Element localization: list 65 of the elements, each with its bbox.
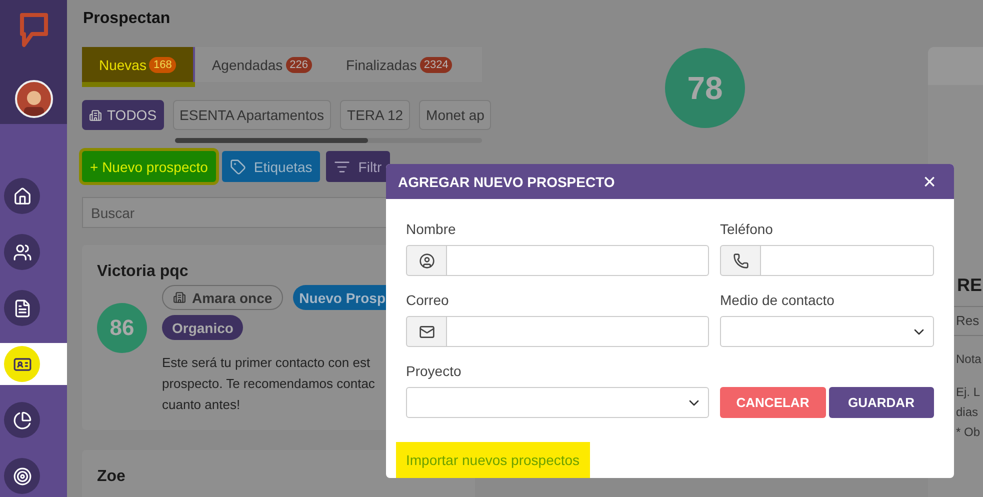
tab[interactable]: Finalizadas 2324 — [329, 47, 470, 82]
phone-icon — [732, 252, 748, 268]
project-chip[interactable]: TODOS — [82, 100, 164, 130]
hint-text: Ej. L — [956, 384, 980, 401]
input-field[interactable] — [447, 316, 709, 347]
user-icon — [418, 252, 434, 268]
field-label: Nota — [956, 352, 982, 366]
message-text: prospecto. Te recomendamos contac — [162, 375, 376, 393]
project-chip[interactable]: TERA 12 — [340, 100, 410, 130]
message-text: Este será tu primer contacto con est — [162, 354, 372, 372]
new-prospect-button[interactable]: + Nuevo prospecto — [82, 151, 216, 182]
building-icon — [89, 108, 102, 122]
field-label: Teléfono — [720, 221, 774, 237]
pie-chart-icon — [12, 410, 32, 430]
search-field[interactable]: Buscar — [82, 197, 386, 228]
scrollbar[interactable] — [175, 138, 368, 143]
nav-button[interactable] — [4, 290, 40, 326]
nav-button[interactable] — [4, 402, 40, 438]
save-button[interactable]: GUARDAR — [828, 387, 934, 418]
count-badge: 168 — [149, 56, 176, 72]
filter-button[interactable]: Filtr — [326, 151, 390, 182]
home-icon — [12, 186, 32, 206]
hint-text: dias — [956, 404, 978, 421]
select-field[interactable] — [406, 387, 709, 418]
score-badge: 78 — [665, 48, 745, 128]
tag-label: Amara once — [192, 290, 272, 306]
field-label: Nombre — [406, 221, 457, 237]
users-icon — [12, 242, 32, 262]
target-icon — [12, 466, 32, 486]
project-chip[interactable]: Monet ap — [419, 100, 492, 130]
field-label: Proyecto — [406, 363, 462, 379]
logo-icon — [18, 12, 48, 50]
filter-icon — [334, 158, 350, 174]
close-button[interactable]: × — [923, 170, 936, 192]
field-label: Medio de contacto — [720, 292, 836, 308]
mail-icon — [418, 324, 434, 340]
panel-heading: RE — [957, 275, 982, 296]
nav-button[interactable] — [4, 234, 40, 270]
modal-title: AGREGAR NUEVO PROSPECTO — [398, 174, 615, 190]
prospect-name: Zoe — [97, 468, 126, 486]
nav-button[interactable] — [4, 458, 40, 494]
input-field[interactable] — [447, 245, 709, 276]
nav-button[interactable] — [4, 178, 40, 214]
avatar[interactable] — [14, 80, 52, 118]
project-chip[interactable]: ESENTA Apartamentos — [172, 100, 332, 130]
tab[interactable]: Agendadas 226 — [194, 47, 330, 82]
page-title: Prospectan — [82, 9, 172, 28]
hint-text: * Ob — [956, 424, 980, 441]
nav-button[interactable] — [4, 346, 40, 382]
select-field[interactable] — [720, 316, 934, 347]
count-badge: 2324 — [420, 56, 452, 72]
score-badge: 86 — [97, 303, 147, 353]
import-link[interactable]: Importar nuevos prospectos — [396, 442, 590, 478]
input-field[interactable] — [761, 245, 934, 276]
field-label: Correo — [406, 292, 450, 308]
tags-button[interactable]: Etiquetas — [222, 151, 320, 182]
cancel-button[interactable]: CANCELAR — [720, 387, 826, 418]
tag-label: Organico — [172, 320, 234, 336]
tag-icon — [230, 158, 246, 174]
prospect-name: Victoria pqc — [97, 263, 190, 281]
count-badge: 226 — [286, 56, 312, 72]
building-icon — [173, 291, 186, 304]
document-icon — [12, 298, 32, 318]
message-text: cuanto antes! — [162, 396, 242, 414]
tag-label: Nuevo Prosp — [299, 290, 386, 306]
